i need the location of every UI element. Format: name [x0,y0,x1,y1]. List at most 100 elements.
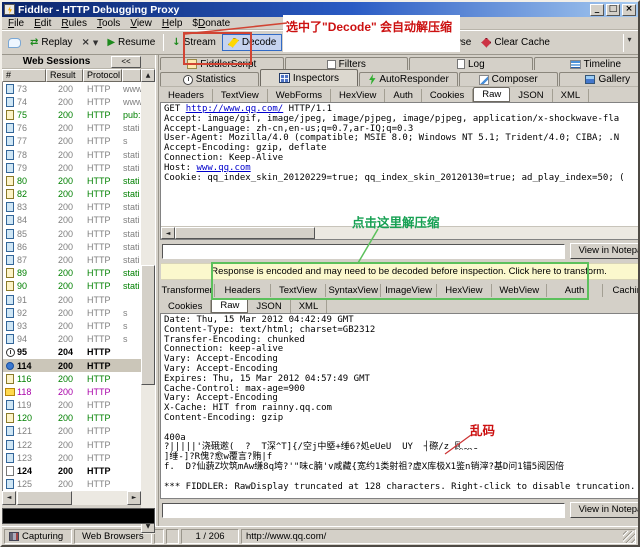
request-tab-json[interactable]: JSON [510,89,553,102]
menu-item-rules[interactable]: Rules [56,18,92,29]
main-tab-composer[interactable]: Composer [458,72,558,86]
doc-icon [6,439,14,450]
session-row[interactable]: 123 200 HTTP [3,451,141,464]
request-tab-xml[interactable]: XML [553,89,590,102]
toolbar-overflow-button[interactable]: ▾ [623,33,635,52]
clear-cache-button[interactable]: Clear Cache [478,35,553,50]
transform-annotation-text: 点击这里解压缩 [352,216,440,230]
column-header-host[interactable] [122,69,141,82]
response-tab-raw[interactable]: Raw [211,298,249,313]
replay-button[interactable]: ⇄ Replay [27,35,76,50]
maximize-button[interactable]: □ [606,3,620,16]
comment-button[interactable] [5,36,24,50]
session-row[interactable]: 84 200 HTTP stati [3,214,141,227]
scrollbar-thumb[interactable] [175,227,315,239]
session-row[interactable]: 95 204 HTTP [3,346,141,359]
session-row[interactable]: 78 200 HTTP stati [3,148,141,161]
request-tab-raw[interactable]: Raw [473,87,511,102]
session-row[interactable]: 87 200 HTTP stati [3,253,141,266]
sessions-horizontal-scrollbar[interactable]: ◄ ► [2,491,141,505]
response-tab-json[interactable]: JSON [248,300,291,313]
session-row[interactable]: 79 200 HTTP stati [3,161,141,174]
main-tab-statistics[interactable]: Statistics [160,72,259,86]
session-row[interactable]: 92 200 HTTP s [3,306,141,319]
response-tab-xml[interactable]: XML [291,300,328,313]
session-row[interactable]: 74 200 HTTP www [3,95,141,108]
filters-icon [326,59,336,69]
session-row[interactable]: 82 200 HTTP stati [3,188,141,201]
session-row[interactable]: 85 200 HTTP stati [3,227,141,240]
request-url-link[interactable]: http://www.qq.com/ [186,104,284,114]
menu-item-file[interactable]: File [3,18,29,29]
session-row[interactable]: 122 200 HTTP [3,438,141,451]
session-row[interactable]: 76 200 HTTP stati [3,122,141,135]
session-row[interactable]: 73 200 HTTP www [3,82,141,95]
column-header-result[interactable]: Result [46,69,83,82]
session-row[interactable]: 90 200 HTTP stati [3,280,141,293]
request-tab-cookies[interactable]: Cookies [422,89,474,102]
request-filter-input[interactable] [162,243,566,259]
request-url-link[interactable]: www.qq.com [197,163,251,173]
session-row[interactable]: 86 200 HTTP stati [3,240,141,253]
capturing-status[interactable]: Capturing [4,528,72,544]
session-row[interactable]: 91 200 HTTP [3,293,141,306]
request-tab-webforms[interactable]: WebForms [268,89,332,102]
sessions-vertical-scrollbar[interactable]: ▲ ▼ [141,69,155,534]
session-row[interactable]: 77 200 HTTP s [3,135,141,148]
session-row[interactable]: 89 200 HTTP stati [3,267,141,280]
minimize-button[interactable]: _ [590,3,604,16]
request-tab-auth[interactable]: Auth [385,89,422,102]
scroll-left-button[interactable]: ◄ [161,227,175,239]
response-tab-cookies[interactable]: Cookies [160,300,212,313]
scrollbar-thumb[interactable] [17,491,72,505]
bolt-icon [369,74,376,85]
column-header-protocol[interactable]: Protocol [83,69,122,82]
session-row[interactable]: 80 200 HTTP stati [3,174,141,187]
doc-icon [6,241,14,252]
remove-button[interactable]: × ▼ [79,35,102,50]
menu-item-help[interactable]: Help [157,18,188,29]
scroll-right-button[interactable]: ► [127,491,141,505]
main-tab-autoresponder[interactable]: AutoResponder [359,72,458,86]
session-row[interactable]: 119 200 HTTP [3,399,141,412]
session-row[interactable]: 121 200 HTTP [3,425,141,438]
quickexec-input[interactable] [2,508,155,524]
request-tab-hexview[interactable]: HexView [331,89,386,102]
session-row[interactable]: 125 200 HTTP [3,478,141,491]
main-tab-inspectors[interactable]: Inspectors [259,69,359,86]
composer-icon [478,74,489,85]
menu-item-edit[interactable]: Edit [29,18,56,29]
session-row[interactable]: 94 200 HTTP s [3,333,141,346]
resize-grip[interactable] [623,530,635,543]
session-row[interactable]: 114 200 HTTP [3,358,141,373]
request-tab-headers[interactable]: Headers [160,89,213,102]
menu-item-donate[interactable]: $Donate [187,18,235,29]
column-header-number[interactable]: # [2,69,46,82]
session-row[interactable]: 120 200 HTTP [3,412,141,425]
session-row[interactable]: 93 200 HTTP s [3,319,141,332]
response-raw-view[interactable]: Date: Thu, 15 Mar 2012 04:42:49 GMT Conte… [160,313,638,499]
scroll-up-button[interactable]: ▲ [141,69,155,82]
session-row[interactable]: 124 200 HTTP [3,464,141,477]
collapse-panel-button[interactable]: << [111,55,141,68]
session-row[interactable]: 116 200 HTTP [3,372,141,385]
close-button[interactable]: × [622,3,636,16]
request-view-in-notepad-button[interactable]: View in Notepad [570,243,638,259]
request-tab-textview[interactable]: TextView [213,89,268,102]
secondary-tab-timeline[interactable]: Timeline [533,57,638,70]
session-row[interactable]: 118 200 HTTP [3,385,141,398]
scrollbar-thumb[interactable] [141,265,155,385]
main-tab-gallery[interactable]: Gallery [558,72,638,86]
response-tab-caching[interactable]: Caching [603,284,638,297]
resume-button[interactable]: ▶ Resume [104,35,158,50]
response-filter-input[interactable] [162,502,566,518]
response-tab-transformer[interactable]: Transformer [160,284,216,297]
session-row[interactable]: 75 200 HTTP pub: [3,108,141,121]
secondary-tab-log[interactable]: Log [409,57,533,70]
menu-item-tools[interactable]: Tools [92,18,125,29]
response-view-in-notepad-button[interactable]: View in Notepad [570,502,638,518]
scroll-left-button[interactable]: ◄ [2,491,16,505]
menu-item-view[interactable]: View [125,18,157,29]
garbled-annotation-text: 乱码 [470,424,496,438]
session-row[interactable]: 83 200 HTTP stati [3,201,141,214]
